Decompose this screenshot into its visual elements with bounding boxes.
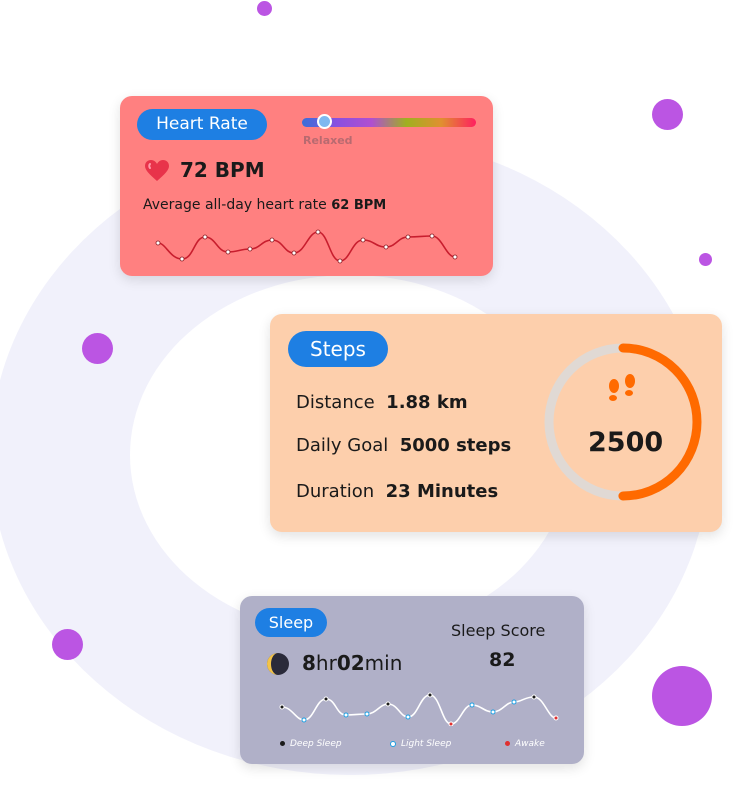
distance-row: Distance 1.88 km [296,392,468,413]
sleep-title: Sleep [255,608,327,637]
sleep-minutes: 02 [336,651,365,675]
legend-light-dot [390,740,396,747]
duration-row: Duration 23 Minutes [296,481,498,502]
heart-rate-title: Heart Rate [137,109,267,140]
sleep-score-value: 82 [489,649,516,671]
decor-dot [257,1,272,16]
duration-label: Duration [296,481,375,502]
decor-dot [52,629,83,660]
daily-goal-label: Daily Goal [296,435,389,456]
legend-awake: Awake [505,739,545,749]
daily-goal-row: Daily Goal 5000 steps [296,435,511,456]
legend-deep-sleep: Deep Sleep [280,739,342,749]
distance-value: 1.88 km [386,392,468,413]
sleep-legend: Deep Sleep Light Sleep Awake [280,739,580,753]
steps-card[interactable]: Steps Distance 1.88 km Daily Goal 5000 s… [270,314,722,532]
legend-awake-dot [505,741,510,746]
sleep-hours: 8 [302,651,316,675]
heart-bpm-value: 72 BPM [180,158,265,182]
legend-light-label: Light Sleep [401,739,452,749]
sleep-wave [279,692,559,726]
decor-dot [699,253,712,266]
sleep-minutes-unit: min [364,651,403,675]
decor-dot [82,333,113,364]
decor-dot [652,99,683,130]
heart-average-row: Average all-day heart rate 62 BPM [143,197,386,213]
duration-value: 23 Minutes [385,481,499,502]
legend-awake-label: Awake [515,739,545,749]
heart-rate-wave [155,229,458,264]
decor-dot [652,666,712,726]
sleep-hours-unit: hr [315,651,337,675]
sleep-duration: 8hr02min [302,651,402,675]
sleep-card[interactable]: Sleep 8hr02min Sleep Score 82 Deep Sleep… [240,596,584,764]
daily-goal-value: 5000 steps [399,435,512,456]
sleep-score-label: Sleep Score [451,621,546,640]
heart-icon [145,160,169,181]
heart-zone-label: Relaxed [303,134,353,147]
legend-light-sleep: Light Sleep [390,739,451,749]
steps-title: Steps [288,331,388,367]
footprints-icon [609,374,635,401]
legend-deep-label: Deep Sleep [290,739,342,749]
steps-progress-ring [544,343,702,501]
moon-icon [267,653,289,675]
legend-deep-dot [280,741,285,746]
distance-label: Distance [296,392,375,413]
heart-average-value: 62 BPM [331,198,387,213]
heart-rate-card[interactable]: Heart Rate Relaxed 72 BPM Average all-da… [120,96,493,276]
steps-count: 2500 [588,427,664,458]
heart-average-label: Average all-day heart rate [143,197,327,213]
heart-zone-slider-knob[interactable] [317,114,332,129]
